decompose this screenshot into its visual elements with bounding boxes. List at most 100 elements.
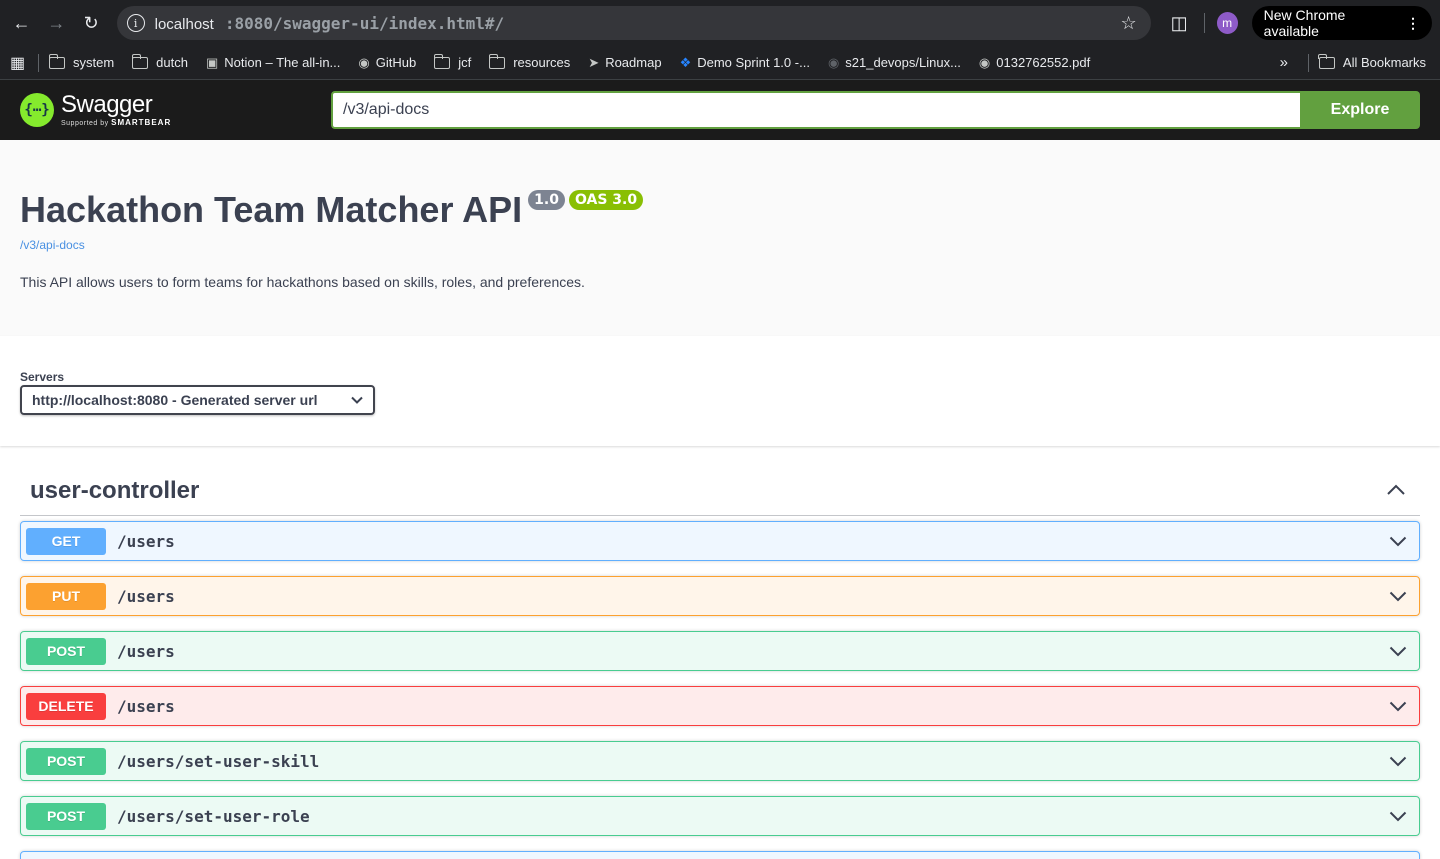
method-badge: POST	[26, 747, 106, 775]
apps-grid-icon[interactable]: ▦	[10, 53, 32, 73]
api-title: Hackathon Team Matcher API	[20, 189, 523, 230]
bookmark-resources[interactable]: resources	[488, 53, 571, 70]
method-badge: DELETE	[26, 692, 106, 720]
operations-section: user-controller GET /users PUT /users PO…	[0, 446, 1440, 859]
folder-icon	[1318, 53, 1335, 69]
operation-path: /users	[117, 586, 175, 606]
swagger-logo[interactable]: {⋯} Swagger Supported by SMARTBEAR	[20, 93, 331, 127]
bookmark-roadmap[interactable]: ➤ Roadmap	[588, 55, 661, 71]
browser-toolbar: ← → ↻ i localhost:8080/swagger-ui/index.…	[0, 0, 1440, 46]
forward-arrow-icon[interactable]: →	[43, 9, 70, 37]
operation-put-users[interactable]: PUT /users	[20, 576, 1420, 616]
folder-icon	[433, 53, 451, 69]
bookmarks-bar: ▦ system dutch ▣ Notion – The all-in... ◉…	[0, 46, 1440, 80]
operation-post-users[interactable]: POST /users	[20, 631, 1420, 671]
profile-avatar[interactable]: m	[1216, 12, 1238, 34]
address-bar[interactable]: i localhost:8080/swagger-ui/index.html#/…	[116, 6, 1151, 40]
reload-icon[interactable]: ↻	[78, 9, 105, 37]
folder-icon	[48, 53, 65, 69]
bookmarks-divider	[38, 53, 39, 72]
version-badge: 1.0	[528, 190, 565, 210]
jira-icon: ❖	[679, 54, 692, 70]
swagger-braces-icon: {⋯}	[20, 93, 54, 127]
toolbar-divider	[1203, 13, 1205, 33]
operation-post-set-user-skill[interactable]: POST /users/set-user-skill	[20, 741, 1420, 781]
servers-section: Servers http://localhost:8080 - Generate…	[0, 336, 1440, 446]
method-badge: GET	[26, 527, 106, 555]
servers-selected-value: http://localhost:8080 - Generated server…	[32, 392, 318, 408]
back-arrow-icon[interactable]: ←	[8, 9, 35, 37]
operation-path: /users/set-user-role	[117, 806, 310, 826]
bookmark-label: jcf	[458, 55, 472, 70]
chevron-down-icon[interactable]	[1388, 751, 1408, 771]
operation-path: /users	[117, 531, 175, 551]
bookmark-system[interactable]: system	[48, 53, 115, 70]
folder-icon	[488, 53, 506, 69]
bookmark-label: s21_devops/Linux...	[845, 55, 961, 70]
bookmark-label: Demo Sprint 1.0 -...	[697, 55, 810, 70]
bookmark-label: dutch	[156, 55, 188, 70]
operation-path: /users	[117, 641, 175, 661]
tag-header-user-controller[interactable]: user-controller	[20, 466, 1420, 516]
github-icon: ◉	[827, 54, 840, 70]
tag-name: user-controller	[30, 476, 200, 504]
swagger-logo-text: Swagger	[61, 91, 153, 118]
chevron-down-icon[interactable]	[1388, 641, 1408, 661]
api-docs-link[interactable]: /v3/api-docs	[20, 238, 1420, 252]
bookmark-s21-devops[interactable]: ◉ s21_devops/Linux...	[828, 55, 961, 71]
chrome-update-button[interactable]: New Chrome available ⋮	[1251, 6, 1432, 40]
chevron-down-icon[interactable]	[1388, 696, 1408, 716]
operation-post-set-user-role[interactable]: POST /users/set-user-role	[20, 796, 1420, 836]
method-badge: PUT	[26, 582, 106, 610]
method-badge: POST	[26, 802, 106, 830]
servers-select[interactable]: http://localhost:8080 - Generated server…	[20, 385, 375, 415]
operation-delete-users[interactable]: DELETE /users	[20, 686, 1420, 726]
notion-icon: ▣	[205, 54, 219, 70]
bookmark-pdf[interactable]: ◉ 0132762552.pdf	[979, 55, 1090, 71]
api-description: This API allows users to form teams for …	[20, 274, 585, 290]
bookmark-label: 0132762552.pdf	[996, 55, 1091, 70]
bookmark-label: Notion – The all-in...	[224, 55, 341, 70]
explore-button[interactable]: Explore	[1300, 91, 1420, 129]
bookmark-dutch[interactable]: dutch	[131, 53, 188, 70]
method-badge: POST	[26, 637, 106, 665]
logo-supported-by: Supported by	[61, 120, 109, 127]
chevron-down-icon[interactable]	[1388, 806, 1408, 826]
bookmark-label: GitHub	[375, 55, 417, 70]
address-url[interactable]: localhost:8080/swagger-ui/index.html#/	[155, 14, 1121, 33]
bookmark-label: resources	[513, 55, 571, 70]
site-info-icon[interactable]: i	[126, 14, 145, 32]
bookmark-label: system	[73, 55, 115, 70]
bookmark-notion[interactable]: ▣ Notion – The all-in...	[206, 55, 340, 71]
url-host: localhost	[154, 15, 214, 33]
rocket-icon: ➤	[588, 54, 600, 70]
operation-path: /users/set-user-skill	[117, 751, 320, 771]
bookmark-star-icon[interactable]: ☆	[1120, 13, 1136, 34]
swagger-topbar: {⋯} Swagger Supported by SMARTBEAR Explo…	[0, 80, 1440, 140]
chevron-down-icon[interactable]	[1388, 586, 1408, 606]
operation-partial[interactable]	[20, 851, 1420, 859]
operation-path: /users	[117, 696, 175, 716]
operation-get-users[interactable]: GET /users	[20, 521, 1420, 561]
chevron-up-icon[interactable]	[1386, 480, 1406, 501]
kebab-menu-icon[interactable]: ⋮	[1406, 15, 1420, 32]
more-bookmarks-icon[interactable]: »	[1280, 54, 1288, 71]
api-info: Hackathon Team Matcher API 1.0 OAS 3.0 /…	[0, 140, 1440, 336]
bookmark-github[interactable]: ◉ GitHub	[358, 55, 416, 71]
spec-url-form: Explore	[331, 91, 1420, 129]
bookmark-jcf[interactable]: jcf	[433, 53, 472, 70]
oas-badge: OAS 3.0	[568, 190, 644, 210]
all-bookmarks-label: All Bookmarks	[1342, 55, 1426, 70]
chevron-down-icon	[351, 393, 363, 407]
update-label: New Chrome available	[1263, 7, 1346, 39]
chevron-down-icon[interactable]	[1388, 531, 1408, 551]
all-bookmarks[interactable]: All Bookmarks	[1318, 53, 1426, 70]
github-icon: ◉	[358, 54, 370, 70]
logo-brand: SMARTBEAR	[111, 118, 172, 127]
servers-label: Servers	[20, 370, 65, 384]
bookmark-demo-sprint[interactable]: ❖ Demo Sprint 1.0 -...	[680, 55, 810, 71]
bookmarks-divider	[1307, 53, 1309, 72]
extensions-icon[interactable]: ◫	[1167, 13, 1192, 34]
spec-url-input[interactable]	[331, 91, 1300, 129]
globe-icon: ◉	[978, 54, 991, 70]
